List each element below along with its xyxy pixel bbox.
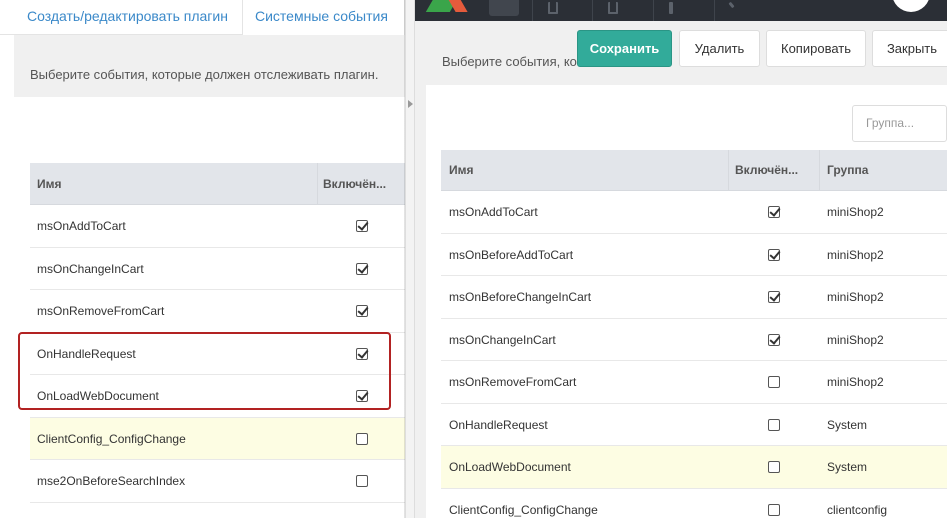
event-name: msOnRemoveFromCart bbox=[37, 304, 165, 318]
checkbox-icon[interactable] bbox=[356, 305, 368, 317]
column-header-name[interactable]: Имя bbox=[441, 150, 729, 191]
column-header-group[interactable]: Группа bbox=[820, 150, 947, 191]
checkbox-icon[interactable] bbox=[356, 220, 368, 232]
table-row[interactable]: ClientConfig_ConfigChange clientconfig bbox=[441, 488, 947, 518]
plugin-editor-panel: Создать/редактировать плагин Системные с… bbox=[0, 0, 405, 518]
system-events-grid: Имя Включён... Группа msOnAddToCart mini… bbox=[441, 150, 947, 518]
event-name: OnHandleRequest bbox=[37, 346, 136, 361]
checkbox-icon[interactable] bbox=[768, 291, 780, 303]
table-row[interactable]: msOnAddToCart bbox=[30, 205, 405, 248]
table-row[interactable]: msOnChangeInCart miniShop2 bbox=[441, 318, 947, 361]
table-row[interactable]: OnHandleRequest System bbox=[441, 403, 947, 446]
column-header-enabled[interactable]: Включён... bbox=[729, 150, 820, 191]
checkbox-icon[interactable] bbox=[356, 390, 368, 402]
tab-create-edit-plugin[interactable]: Создать/редактировать плагин bbox=[14, 0, 242, 35]
tab-system-events[interactable]: Системные события bbox=[242, 0, 405, 36]
event-name: ClientConfig_ConfigChange bbox=[449, 502, 598, 517]
event-name: OnHandleRequest bbox=[449, 417, 548, 432]
topbar-separator bbox=[532, 0, 533, 21]
event-name: msOnRemoveFromCart bbox=[449, 375, 577, 389]
event-name: mse2OnBeforeSearchIndex bbox=[37, 474, 186, 488]
table-row[interactable]: mse2OnBeforeSearchIndex bbox=[30, 460, 405, 503]
group-filter-input[interactable]: Группа... bbox=[852, 105, 947, 142]
topbar-separator bbox=[592, 0, 593, 21]
user-avatar-icon[interactable] bbox=[892, 0, 930, 12]
event-group: miniShop2 bbox=[827, 290, 884, 304]
checkbox-icon[interactable] bbox=[768, 206, 780, 218]
checkbox-icon[interactable] bbox=[768, 333, 780, 346]
event-name: OnLoadWebDocument bbox=[37, 389, 159, 403]
checkbox-icon[interactable] bbox=[356, 432, 368, 445]
event-group: miniShop2 bbox=[827, 375, 884, 389]
save-button[interactable]: Сохранить bbox=[577, 30, 672, 67]
checkbox-icon[interactable] bbox=[768, 503, 780, 516]
grid-body: msOnAddToCart miniShop2 msOnBeforeAddToC… bbox=[441, 191, 947, 518]
checkbox-icon[interactable] bbox=[768, 418, 780, 431]
event-name: msOnAddToCart bbox=[37, 219, 126, 233]
delete-button[interactable]: Удалить bbox=[679, 30, 760, 67]
copy-button[interactable]: Копировать bbox=[766, 30, 866, 67]
topbar-separator bbox=[653, 0, 654, 21]
media-menu-icon[interactable] bbox=[608, 2, 618, 14]
table-row[interactable]: msOnRemoveFromCart bbox=[30, 290, 405, 333]
table-row[interactable]: msOnBeforeAddToCart miniShop2 bbox=[441, 233, 947, 276]
table-row[interactable]: ClientConfig_ConfigChange bbox=[30, 417, 405, 460]
checkbox-icon[interactable] bbox=[356, 262, 368, 275]
grid-header: Имя Включён... bbox=[30, 163, 405, 205]
close-button[interactable]: Закрыть bbox=[872, 30, 947, 67]
settings-menu-icon[interactable] bbox=[728, 1, 735, 9]
table-row[interactable]: msOnAddToCart miniShop2 bbox=[441, 191, 947, 234]
grid-header: Имя Включён... Группа bbox=[441, 150, 947, 191]
event-name: msOnBeforeChangeInCart bbox=[449, 290, 592, 304]
plugin-events-grid: Имя Включён... msOnAddToCart msOnChangeI… bbox=[30, 163, 405, 503]
table-row[interactable]: msOnBeforeChangeInCart miniShop2 bbox=[441, 276, 947, 319]
manager-topbar bbox=[415, 0, 947, 21]
plugin-tabs: Создать/редактировать плагин Системные с… bbox=[0, 0, 405, 36]
event-name: msOnChangeInCart bbox=[449, 332, 556, 347]
checkbox-icon[interactable] bbox=[768, 248, 780, 261]
column-header-enabled[interactable]: Включён... bbox=[318, 163, 405, 205]
table-row[interactable]: msOnRemoveFromCart miniShop2 bbox=[441, 361, 947, 404]
event-group: System bbox=[827, 417, 868, 432]
event-group: miniShop2 bbox=[827, 247, 884, 262]
column-header-name[interactable]: Имя bbox=[30, 163, 318, 205]
collapse-arrow-icon[interactable] bbox=[408, 100, 413, 108]
event-group: clientconfig bbox=[827, 502, 888, 517]
event-name: ClientConfig_ConfigChange bbox=[37, 431, 186, 446]
event-name: OnLoadWebDocument bbox=[449, 460, 571, 474]
table-row[interactable]: OnHandleRequest bbox=[30, 332, 405, 375]
event-group: miniShop2 bbox=[827, 332, 884, 347]
event-name: msOnChangeInCart bbox=[37, 261, 144, 276]
event-name: msOnAddToCart bbox=[449, 205, 538, 219]
table-row[interactable]: msOnChangeInCart bbox=[30, 247, 405, 290]
checkbox-icon[interactable] bbox=[768, 376, 780, 388]
events-description: Выберите события, ко bbox=[442, 54, 577, 69]
grid-body: msOnAddToCart msOnChangeInCart msOnRemov… bbox=[30, 205, 405, 503]
table-row[interactable]: OnLoadWebDocument bbox=[30, 375, 405, 418]
extras-menu-icon[interactable] bbox=[669, 2, 673, 14]
table-row[interactable]: OnLoadWebDocument System bbox=[441, 446, 947, 489]
panel-splitter[interactable] bbox=[405, 0, 415, 518]
event-group: System bbox=[827, 460, 868, 474]
events-description: Выберите события, которые должен отслежи… bbox=[30, 67, 379, 82]
event-group: miniShop2 bbox=[827, 205, 884, 219]
topbar-separator bbox=[714, 0, 715, 21]
event-name: msOnBeforeAddToCart bbox=[449, 247, 574, 262]
search-icon[interactable] bbox=[489, 0, 519, 16]
checkbox-icon[interactable] bbox=[356, 347, 368, 360]
checkbox-icon[interactable] bbox=[356, 475, 368, 487]
content-menu-icon[interactable] bbox=[548, 2, 558, 14]
checkbox-icon[interactable] bbox=[768, 461, 780, 473]
